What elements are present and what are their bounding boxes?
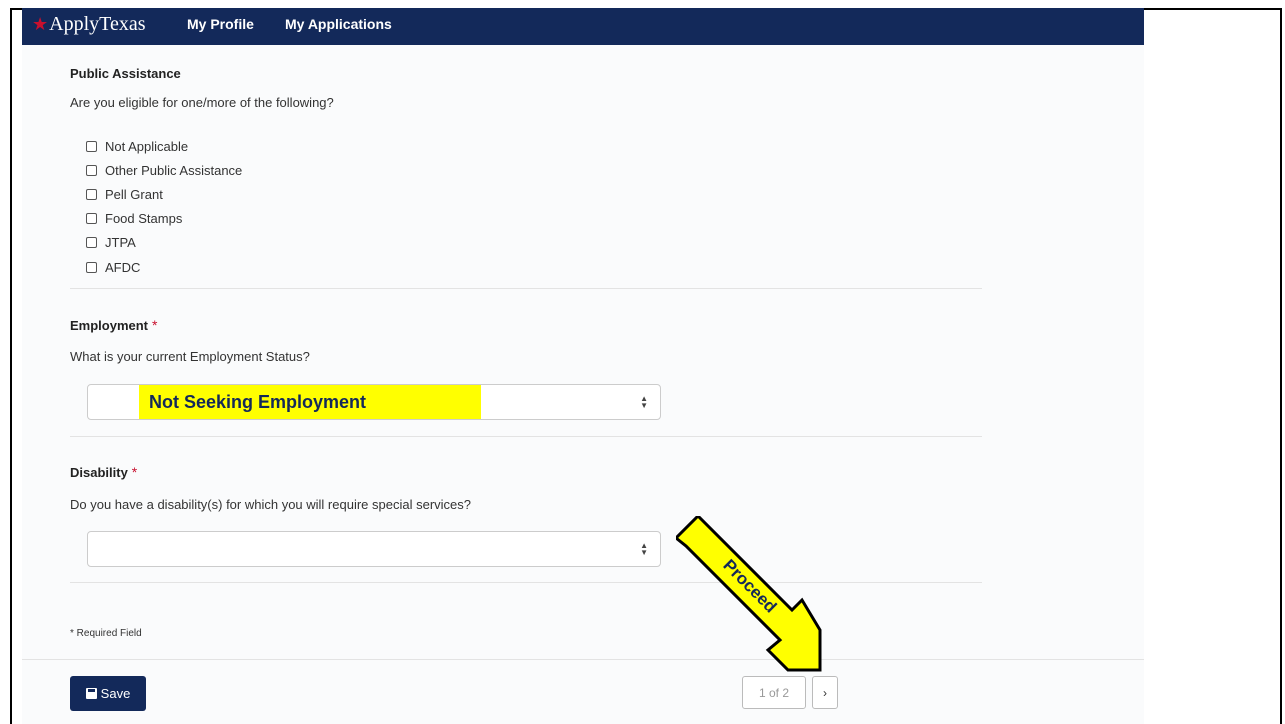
employment-title-text: Employment: [70, 318, 149, 333]
employment-title: Employment *: [70, 317, 157, 333]
employment-status-select[interactable]: Not Seeking Employment ▲ ▼: [87, 384, 661, 420]
nav-my-profile[interactable]: My Profile: [187, 16, 254, 32]
select-arrows-icon: ▲ ▼: [640, 541, 648, 557]
checkbox[interactable]: [86, 164, 97, 176]
checkbox-label: JTPA: [105, 235, 136, 251]
disability-select[interactable]: ▲ ▼: [87, 531, 661, 567]
page-indicator: 1 of 2: [742, 676, 806, 709]
checkbox-not-applicable[interactable]: Not Applicable: [86, 134, 242, 158]
checkbox-other-public-assistance[interactable]: Other Public Assistance: [86, 158, 242, 182]
checkbox[interactable]: [86, 237, 97, 249]
checkbox-label: AFDC: [105, 259, 141, 275]
applytexas-logo[interactable]: ★ ApplyTexas: [32, 12, 146, 36]
checkbox-food-stamps[interactable]: Food Stamps: [86, 207, 242, 231]
checkbox-label: Food Stamps: [105, 211, 183, 227]
checkbox-afdc[interactable]: AFDC: [86, 255, 242, 279]
footer-divider: [22, 659, 1144, 660]
checkbox[interactable]: [86, 188, 97, 200]
divider: [70, 288, 982, 289]
save-disk-icon: [85, 688, 97, 699]
checkbox[interactable]: [86, 261, 97, 273]
checkbox-pell-grant[interactable]: Pell Grant: [86, 182, 242, 206]
checkbox-label: Pell Grant: [105, 186, 163, 202]
proceed-arrow-annotation: Proceed: [676, 516, 822, 672]
public-assistance-options: Not Applicable Other Public Assistance P…: [86, 134, 242, 279]
disability-title-text: Disability: [70, 465, 128, 480]
employment-question: What is your current Employment Status?: [70, 349, 310, 364]
checkbox-jtpa[interactable]: JTPA: [86, 231, 242, 255]
save-button[interactable]: Save: [70, 676, 146, 711]
checkbox[interactable]: [86, 140, 97, 152]
next-page-button[interactable]: ›: [812, 676, 838, 709]
employment-selected-value: Not Seeking Employment: [139, 385, 481, 419]
divider: [70, 582, 982, 583]
nav-my-applications[interactable]: My Applications: [285, 16, 392, 32]
disability-title: Disability *: [70, 464, 137, 480]
required-field-note: * Required Field: [70, 628, 142, 639]
checkbox-label: Not Applicable: [105, 138, 189, 154]
select-arrows-icon: ▲ ▼: [640, 394, 648, 410]
disability-question: Do you have a disability(s) for which yo…: [70, 497, 472, 512]
public-assistance-question: Are you eligible for one/more of the fol…: [70, 95, 334, 110]
required-asterisk: *: [152, 317, 158, 333]
required-asterisk: *: [131, 464, 138, 480]
save-label: Save: [100, 686, 131, 701]
divider: [70, 436, 982, 437]
top-navbar: ★ ApplyTexas My Profile My Applications: [22, 8, 1144, 45]
star-icon: ★: [32, 13, 49, 34]
checkbox[interactable]: [86, 213, 97, 225]
public-assistance-title: Public Assistance: [70, 66, 181, 81]
checkbox-label: Other Public Assistance: [105, 162, 243, 178]
brand-name: ApplyTexas: [49, 12, 146, 35]
